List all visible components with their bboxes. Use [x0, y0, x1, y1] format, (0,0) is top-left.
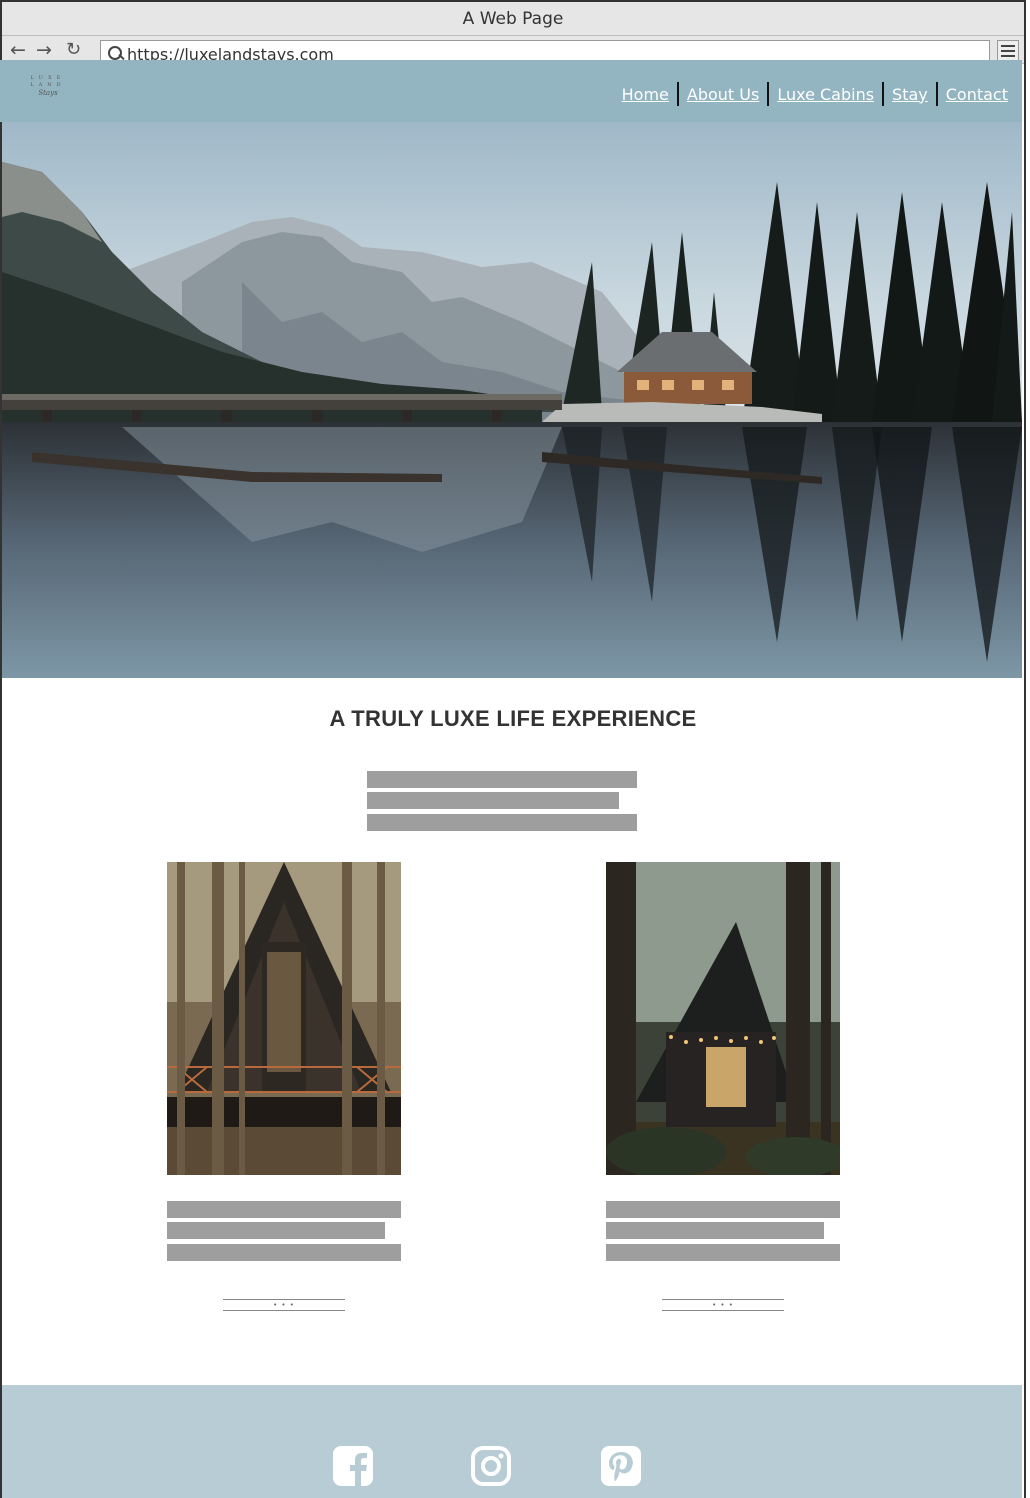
card-2-text-line — [606, 1201, 840, 1218]
nav-contact[interactable]: Contact — [946, 85, 1008, 104]
cabin-image-1[interactable] — [167, 862, 401, 1175]
more-glyph: • • • — [712, 1301, 734, 1309]
more-glyph: • • • — [273, 1301, 295, 1309]
facebook-icon[interactable] — [332, 1445, 374, 1487]
forward-arrow-icon[interactable]: → — [36, 41, 52, 60]
hamburger-menu-icon[interactable] — [997, 40, 1019, 62]
pinterest-icon[interactable] — [600, 1445, 642, 1487]
nav-home[interactable]: Home — [622, 85, 669, 104]
card-1-text-line — [167, 1244, 401, 1261]
instagram-icon[interactable] — [470, 1445, 512, 1487]
nav-separator — [676, 82, 679, 106]
intro-text-line — [367, 814, 637, 831]
card-2-more-button[interactable]: • • • — [662, 1299, 784, 1311]
logo-script: Stays — [38, 89, 58, 97]
card-1-more-button[interactable]: • • • — [223, 1299, 345, 1311]
card-2-text-line — [606, 1244, 840, 1261]
card-1-text-line — [167, 1222, 385, 1239]
nav-separator — [767, 82, 770, 106]
site-logo[interactable]: LUXE LAND Stays — [26, 75, 70, 105]
card-1-text-line — [167, 1201, 401, 1218]
back-arrow-icon[interactable]: ← — [10, 41, 26, 60]
site-header: LUXE LAND Stays Home About Us Luxe Cabin… — [0, 60, 1022, 122]
cabin-image-2[interactable] — [606, 862, 840, 1175]
nav-luxe-cabins[interactable]: Luxe Cabins — [777, 85, 874, 104]
intro-text-line — [367, 792, 619, 809]
window-title: A Web Page — [2, 2, 1024, 36]
nav-separator — [935, 82, 938, 106]
main-nav: Home About Us Luxe Cabins Stay Contact — [622, 82, 1008, 106]
nav-separator — [882, 82, 885, 106]
page-headline: A TRULY LUXE LIFE EXPERIENCE — [329, 706, 697, 731]
logo-line-1: LUXE — [30, 75, 66, 81]
site-footer — [2, 1385, 1022, 1498]
nav-about-us[interactable]: About Us — [687, 85, 759, 104]
reload-icon[interactable]: ↻ — [66, 41, 81, 59]
nav-stay[interactable]: Stay — [892, 85, 928, 104]
hero-image — [2, 122, 1022, 678]
card-2-text-line — [606, 1222, 824, 1239]
intro-text-line — [367, 771, 637, 788]
logo-line-2: LAND — [30, 82, 66, 88]
